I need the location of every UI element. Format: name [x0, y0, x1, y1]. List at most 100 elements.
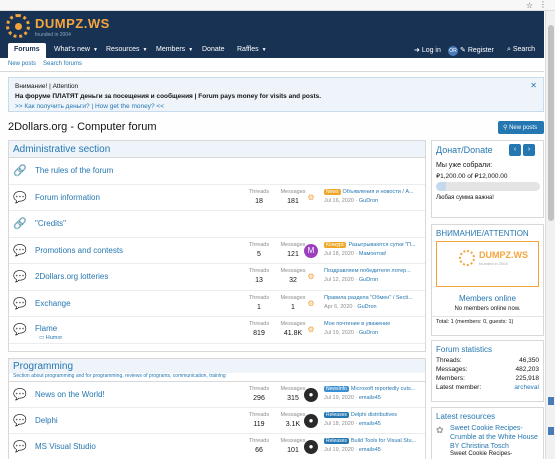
last-post-title[interactable]: News Объявления и новости / A...: [324, 188, 426, 195]
last-post-title[interactable]: Конкурс Разыгрываются сутки "П...: [324, 241, 426, 248]
register-link[interactable]: ✎ Register: [456, 43, 498, 58]
last-post-user[interactable]: emails45: [359, 447, 381, 453]
members-online-title[interactable]: Members online: [432, 287, 543, 306]
search-button[interactable]: ⌕ Search: [503, 43, 539, 58]
stat-value[interactable]: archeval: [514, 384, 539, 391]
avatar[interactable]: ●: [304, 388, 318, 402]
nav-tab-raffles[interactable]: Raffles ▼: [231, 43, 273, 58]
forum-row[interactable]: 💬 News on the World! Threads 296 Messages 315…: [9, 382, 425, 408]
avatar[interactable]: ⚙: [304, 296, 318, 311]
forum-list: 💬 News on the World! Threads 296 Messages 315…: [9, 382, 425, 459]
avatar[interactable]: ⚙: [304, 190, 318, 205]
forum-row[interactable]: 💬 Promotions and contests Threads 5 Messages…: [9, 238, 426, 264]
forum-row[interactable]: 💬 Flame ▭ Humor Threads 819 Messages 41.8K ⚙ Мое…: [9, 317, 425, 344]
last-post-date[interactable]: Jul 19, 2020: [324, 395, 354, 401]
nav-tab-label: Resources: [106, 46, 140, 53]
login-link[interactable]: ➜ Log in: [410, 43, 445, 58]
avatar[interactable]: ●: [304, 414, 318, 428]
resource-item[interactable]: ✿ Sweet Cookie Recipes- Crumble at the W…: [432, 424, 543, 457]
resource-author[interactable]: BY Christina Tosch: [450, 442, 543, 451]
forum-row[interactable]: 💬 Exchange Threads 1 Messages 1 ⚙ Правила разде…: [9, 291, 426, 317]
last-post-date[interactable]: Apr 6, 2020: [324, 304, 352, 310]
scrollbar-thumb[interactable]: [548, 25, 554, 221]
forum-name[interactable]: "Credits": [35, 219, 66, 228]
new-posts-link[interactable]: New posts: [8, 61, 36, 67]
forum-row[interactable]: 💬 MS Visual Studio Threads 66 Messages 101 ● Re…: [9, 434, 425, 459]
last-post-date[interactable]: Jul 18, 2020: [324, 421, 354, 427]
last-post-user[interactable]: GuDron: [359, 330, 378, 336]
page-scrollbar[interactable]: [545, 11, 555, 459]
last-post-title[interactable]: Мое почтение в уважение: [324, 321, 426, 327]
section-title[interactable]: Administrative section: [9, 141, 425, 158]
browser-menu-icon[interactable]: ⋮: [539, 0, 547, 9]
last-post-date[interactable]: Jul 19, 2020: [324, 330, 354, 336]
forum-row[interactable]: 🔗 "Credits": [9, 211, 425, 238]
forum-name[interactable]: MS Visual Studio: [35, 442, 96, 451]
last-post-title[interactable]: Правила раздела "Обмен" / Secti...: [324, 295, 426, 301]
last-post-text[interactable]: Мое почтение в уважение: [324, 321, 390, 327]
forum-stats-title[interactable]: Forum statistics: [432, 341, 543, 357]
last-post-user[interactable]: Мамонтов!: [359, 251, 387, 257]
forum-name[interactable]: The rules of the forum: [35, 166, 113, 175]
new-posts-button[interactable]: ⚲ New posts: [498, 121, 544, 134]
site-logo[interactable]: DUMPZ.WS founded in 2004: [6, 14, 109, 38]
last-post-title[interactable]: Поздравляем победителя лотер...: [324, 268, 426, 274]
last-post-meta: Jul 19, 2020 · emails45: [324, 447, 381, 453]
last-post-text[interactable]: Build Tools for Visual Stu...: [351, 438, 416, 444]
forum-row[interactable]: 💬 Delphi Threads 119 Messages 3.1K ● Releases De…: [9, 408, 425, 434]
search-forums-link[interactable]: Search forums: [43, 61, 82, 67]
last-post-text[interactable]: Разыгрываются сутки "П...: [348, 242, 415, 248]
notice-link[interactable]: >> Как получить деньги? | How get the mo…: [15, 102, 537, 112]
forum-row[interactable]: 💬 Forum information Threads 18 Messages 181 ⚙ N…: [9, 185, 426, 211]
subforum-link[interactable]: ▭ Humor: [39, 335, 62, 341]
last-post-title[interactable]: Releases Build Tools for Visual Stu...: [324, 438, 426, 444]
last-post-title[interactable]: NewsInfo Microsoft reportedly cuts...: [324, 386, 426, 392]
last-post-user[interactable]: emails45: [359, 421, 381, 427]
last-post-text[interactable]: Правила раздела "Обмен" / Secti...: [324, 295, 413, 301]
last-post-user[interactable]: GuDron: [359, 198, 378, 204]
latest-resources-title[interactable]: Latest resources: [432, 408, 543, 424]
nav-tab-forums[interactable]: Forums: [8, 43, 46, 58]
last-post-text[interactable]: Объявления и новости / A...: [343, 189, 414, 195]
avatar[interactable]: M: [304, 243, 318, 258]
bookmark-star-icon[interactable]: ☆: [526, 1, 533, 10]
forum-name[interactable]: Delphi: [35, 416, 58, 425]
last-post-user[interactable]: emails45: [359, 395, 381, 401]
donate-widget: Донат/Donate ‹ › Мы уже собрали: ₽1,200.0…: [431, 140, 544, 218]
nav-tab-resources[interactable]: Resources ▼: [100, 43, 153, 58]
last-post-text[interactable]: Delphi distributives: [351, 412, 397, 418]
forum-name[interactable]: Flame: [35, 324, 57, 333]
avatar[interactable]: ●: [304, 440, 318, 454]
forum-row[interactable]: 🔗 The rules of the forum: [9, 158, 425, 185]
avatar[interactable]: ⚙: [304, 323, 318, 338]
last-post-title[interactable]: Releases Delphi distributives: [324, 412, 426, 418]
forum-name[interactable]: Forum information: [35, 193, 100, 202]
forum-row[interactable]: 💬 2Dollars.org lotteries Threads 13 Messages…: [9, 264, 425, 291]
forum-name[interactable]: 2Dollars.org lotteries: [35, 272, 108, 281]
resource-title[interactable]: Sweet Cookie Recipes- Crumble at the Whi…: [450, 424, 543, 442]
last-post-date[interactable]: Jul 18, 2020: [324, 251, 354, 257]
last-post-text[interactable]: Microsoft reportedly cuts...: [351, 386, 416, 392]
avatar[interactable]: ⚙: [304, 270, 318, 285]
last-post-date[interactable]: Jul 16, 2020: [324, 198, 354, 204]
last-post-user[interactable]: GuDron: [359, 277, 378, 283]
attention-banner[interactable]: DUMPZ.WS founded in 2004: [436, 241, 539, 287]
section-title[interactable]: Programming: [9, 359, 425, 373]
prev-icon[interactable]: ‹: [509, 144, 521, 156]
banner-logo-sub: founded in 2004: [479, 261, 508, 266]
stat-value: 46,350: [519, 357, 539, 364]
last-post-user[interactable]: GuDron: [357, 304, 376, 310]
last-post-date[interactable]: Jul 12, 2020: [324, 277, 354, 283]
forum-name[interactable]: Exchange: [35, 299, 71, 308]
next-icon[interactable]: ›: [523, 144, 535, 156]
close-icon[interactable]: ✕: [530, 81, 537, 91]
forum-name[interactable]: News on the World!: [35, 390, 105, 399]
last-post-text[interactable]: Поздравляем победителя лотер...: [324, 268, 411, 274]
nav-tab-donate[interactable]: Donate: [196, 43, 231, 58]
prefix-badge: Releases: [324, 438, 349, 444]
subforum-label[interactable]: Humor: [46, 335, 63, 341]
last-post-date[interactable]: Jul 19, 2020: [324, 447, 354, 453]
forum-name[interactable]: Promotions and contests: [35, 246, 123, 255]
nav-tab-whats-new[interactable]: What's new ▼: [48, 43, 104, 58]
nav-tab-members[interactable]: Members ▼: [150, 43, 199, 58]
